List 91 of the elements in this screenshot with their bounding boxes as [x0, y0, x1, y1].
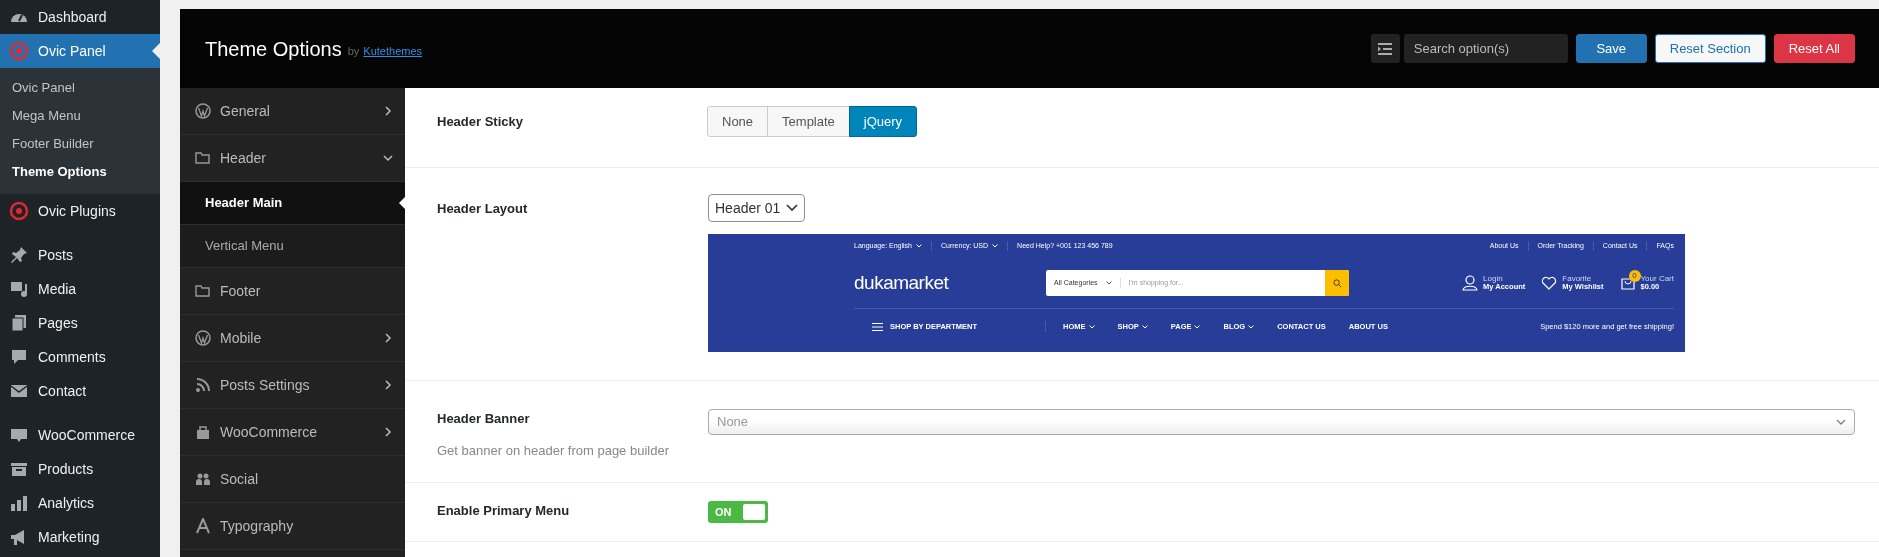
option-button[interactable]: Template: [767, 106, 850, 137]
admin-menu-item[interactable]: Marketing: [0, 520, 160, 554]
account-caption: Login: [1483, 275, 1504, 284]
typography-icon: [195, 518, 211, 534]
section-nav-item[interactable]: Typography: [180, 503, 405, 550]
admin-menu-item[interactable]: Comments: [0, 340, 160, 374]
list-icon: [1378, 42, 1393, 55]
author-link[interactable]: Kutethemes: [363, 43, 423, 60]
option-button[interactable]: None: [707, 106, 769, 137]
speech-bubble-icon: [9, 347, 29, 367]
admin-submenu-item[interactable]: Theme Options: [0, 158, 160, 186]
field-description: Get banner on header from page builder: [437, 441, 670, 460]
admin-submenu-item[interactable]: Mega Menu: [0, 102, 160, 130]
search-field[interactable]: Search option(s): [1403, 34, 1568, 63]
section-nav-item[interactable]: WooCommerce: [180, 409, 405, 456]
option-button[interactable]: jQuery: [848, 106, 918, 137]
toolbar-button[interactable]: Reset Section: [1654, 34, 1766, 63]
site-logo: dukamarket: [854, 270, 950, 295]
caret-icon: [1141, 324, 1148, 329]
shopping-bag-icon: [195, 424, 211, 440]
account-caption: Favorite: [1562, 275, 1593, 284]
caret-icon: [1248, 324, 1255, 329]
admin-menu-item[interactable]: Dashboard: [0, 0, 160, 34]
chevron-right-icon: [383, 380, 393, 390]
cart-count-badge: 0: [1628, 270, 1641, 282]
media-icon: [9, 279, 29, 299]
target-icon: [9, 41, 29, 61]
section-label: General: [220, 101, 271, 121]
field-label: Header Layout: [437, 200, 529, 218]
toolbar-button[interactable]: Reset All: [1773, 34, 1855, 63]
section-nav-item[interactable]: General: [180, 88, 405, 135]
caret-icon: [992, 244, 999, 248]
caret-icon: [1105, 281, 1112, 285]
caret-icon: [1194, 324, 1201, 329]
account-caption: Your Cart: [1640, 275, 1674, 284]
heart-icon: [1541, 275, 1558, 291]
wordpress-icon: [195, 103, 211, 119]
rss-icon: [195, 377, 211, 393]
search-icon: [1332, 278, 1342, 288]
section-nav-subitem[interactable]: Header Main: [180, 182, 405, 225]
section-nav-item[interactable]: Mobile: [180, 315, 405, 362]
pages-icon: [9, 313, 29, 333]
panel-title: Theme Options: [205, 36, 342, 62]
pin-icon: [9, 245, 29, 265]
field-label: Enable Primary Menu: [437, 502, 571, 520]
admin-menu-item[interactable]: WooCommerce: [0, 418, 160, 452]
collapse-toggle-button[interactable]: [1370, 34, 1400, 63]
admin-menu-item[interactable]: Posts: [0, 238, 160, 272]
field-label: Header Sticky: [437, 113, 524, 131]
menu-icon: [872, 322, 883, 331]
chevron-right-icon: [383, 333, 393, 343]
section-label: Footer: [220, 281, 262, 301]
section-label: Posts Settings: [220, 375, 311, 395]
bar-chart-icon: [9, 493, 29, 513]
field-label: Header Banner: [437, 410, 531, 428]
section-label: Social: [220, 469, 260, 489]
wordpress-icon: [195, 330, 211, 346]
byline-text: by: [347, 44, 360, 60]
admin-menu-item[interactable]: Ovic Panel: [0, 34, 160, 68]
toolbar-button[interactable]: Save: [1575, 34, 1647, 63]
caret-icon: [1088, 324, 1095, 329]
section-nav-item[interactable]: Posts Settings: [180, 362, 405, 409]
admin-menu-item[interactable]: Media: [0, 272, 160, 306]
admin-submenu-item[interactable]: Footer Builder: [0, 130, 160, 158]
section-nav-item[interactable]: Footer: [180, 268, 405, 315]
cart-icon: [1619, 275, 1636, 291]
admin-menu-item[interactable]: Ovic Plugins: [0, 194, 160, 228]
chevron-right-icon: [383, 106, 393, 116]
admin-menu-item[interactable]: Analytics: [0, 486, 160, 520]
folder-icon: [195, 283, 211, 299]
caret-icon: [916, 244, 922, 248]
chevron-down-icon: [1836, 418, 1846, 426]
section-nav-subitem[interactable]: Vertical Menu: [180, 225, 405, 268]
search-button[interactable]: [1325, 270, 1349, 296]
section-label: Typography: [220, 516, 295, 536]
section-nav-item[interactable]: Social: [180, 456, 405, 503]
people-icon: [195, 471, 211, 487]
admin-menu-item[interactable]: Contact: [0, 374, 160, 408]
chevron-down-icon: [786, 204, 799, 212]
section-label: Mobile: [220, 328, 263, 348]
section-label: WooCommerce: [220, 422, 318, 442]
chevron-down-icon: [383, 153, 393, 163]
target-icon: [9, 201, 29, 221]
admin-submenu-item[interactable]: Ovic Panel: [0, 74, 160, 102]
user-icon: [1462, 275, 1479, 291]
layout-select[interactable]: Header 01: [708, 194, 806, 222]
admin-menu-item[interactable]: Products: [0, 452, 160, 486]
folder-icon: [195, 150, 211, 166]
section-label: Header: [220, 148, 267, 168]
admin-menu-item[interactable]: Pages: [0, 306, 160, 340]
chevron-right-icon: [383, 427, 393, 437]
